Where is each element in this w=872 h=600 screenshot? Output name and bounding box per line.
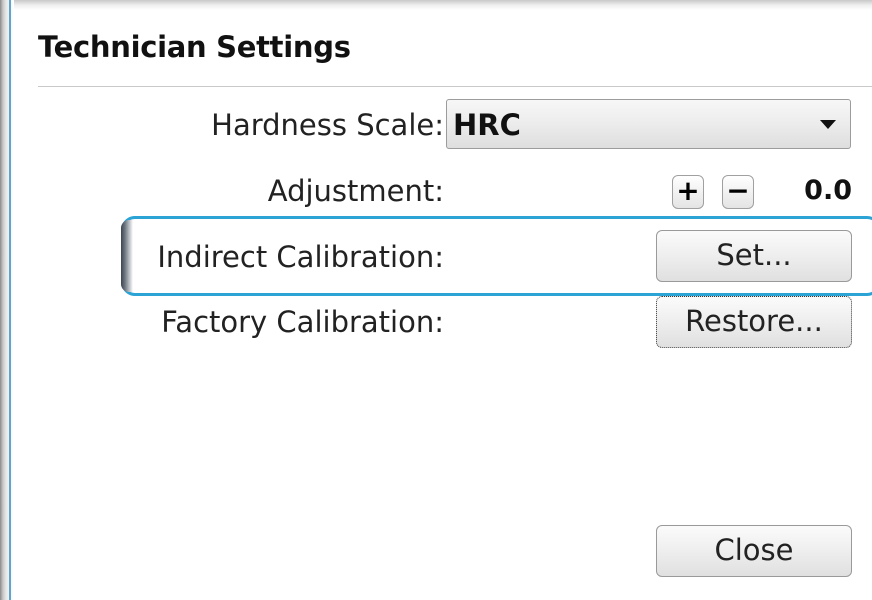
hardness-scale-select[interactable]: HRC: [446, 99, 851, 149]
focus-grip-indicator: [121, 220, 133, 292]
indirect-calibration-label: Indirect Calibration:: [157, 240, 444, 274]
hardness-scale-value: HRC: [453, 108, 521, 142]
technician-settings-dialog: Technician Settings Hardness Scale: HRC …: [0, 0, 872, 600]
plus-icon[interactable]: +: [672, 175, 704, 209]
restore-button[interactable]: Restore...: [656, 296, 852, 348]
set-button[interactable]: Set...: [656, 230, 852, 282]
title-divider: [38, 86, 872, 87]
chevron-down-icon: [820, 120, 836, 129]
dialog-title: Technician Settings: [38, 30, 351, 64]
hardness-scale-label: Hardness Scale:: [211, 108, 444, 142]
adjustment-label: Adjustment:: [267, 174, 444, 208]
factory-calibration-label: Factory Calibration:: [161, 305, 444, 339]
adjustment-value: 0.0: [804, 175, 852, 206]
close-button[interactable]: Close: [656, 525, 852, 577]
window-top-edge: [0, 0, 872, 10]
window-left-edge: [0, 0, 14, 600]
window-left-border: [9, 0, 11, 600]
minus-icon[interactable]: −: [722, 175, 754, 209]
